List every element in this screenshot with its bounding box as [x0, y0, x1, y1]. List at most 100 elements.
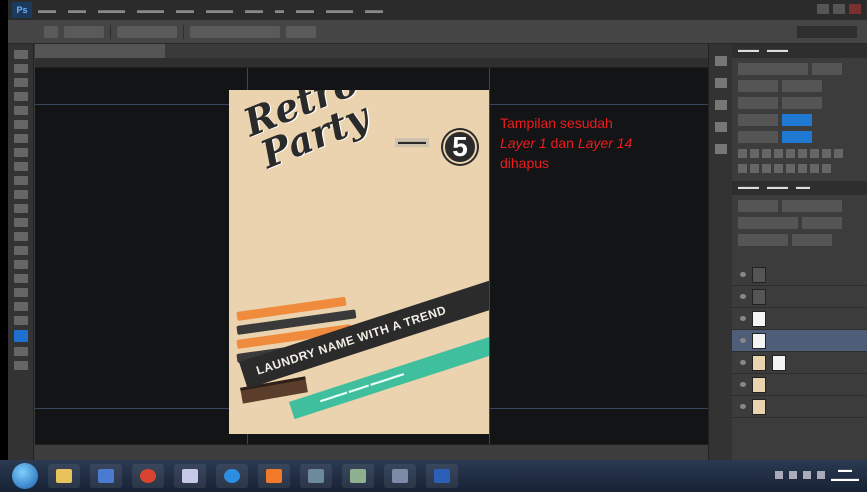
layers-panel-tabs[interactable]: ▬▬▬ ▬▬▬ ▬▬: [732, 181, 867, 195]
blend-mode-row[interactable]: [738, 217, 861, 229]
scale-row[interactable]: [738, 114, 861, 126]
properties-panel-icon[interactable]: [714, 78, 727, 88]
photoshop-logo: Ps: [12, 2, 32, 18]
menu-edit[interactable]: ▬▬: [68, 5, 86, 15]
menu-filter[interactable]: ▬▬: [245, 5, 263, 15]
layer-filter-row[interactable]: [738, 200, 861, 212]
menu-select[interactable]: ▬▬▬: [206, 5, 233, 15]
taskbar-explorer-icon[interactable]: [48, 464, 80, 488]
annotation-layer-b: Layer 14: [577, 135, 633, 151]
taskbar-chrome-icon[interactable]: [132, 464, 164, 488]
hand-tool-icon[interactable]: [13, 302, 28, 311]
eraser-tool-icon[interactable]: [13, 190, 28, 199]
taskbar-media-icon[interactable]: [90, 464, 122, 488]
layer-row[interactable]: [732, 308, 867, 330]
clock[interactable]: ▬▬ ▬▬▬▬: [831, 466, 859, 484]
layer-row[interactable]: [732, 264, 867, 286]
visibility-eye-icon[interactable]: [740, 360, 746, 365]
taskbar-taskview-icon[interactable]: [384, 464, 416, 488]
dodge-tool-icon[interactable]: [13, 232, 28, 241]
taskbar-gmail-icon[interactable]: [174, 464, 206, 488]
eyedropper-tool-icon[interactable]: [13, 120, 28, 129]
menu-view[interactable]: ▬▬: [296, 5, 314, 15]
menu-layer[interactable]: ▬▬▬: [137, 5, 164, 15]
history-panel-icon[interactable]: [714, 56, 727, 66]
baseline-row[interactable]: [738, 131, 861, 143]
foreground-color-icon[interactable]: [13, 330, 28, 342]
option-dropdown[interactable]: [64, 25, 104, 38]
quick-select-tool-icon[interactable]: [13, 92, 28, 101]
taskbar-notes-icon[interactable]: [342, 464, 374, 488]
poster-title: Retro Party: [237, 90, 376, 177]
move-tool-icon[interactable]: [13, 50, 28, 59]
option-control[interactable]: [286, 25, 316, 38]
maximize-icon[interactable]: [833, 4, 845, 14]
start-button[interactable]: [12, 463, 38, 489]
option-control[interactable]: [117, 25, 177, 38]
tracking-row[interactable]: [738, 97, 861, 109]
shape-tool-icon[interactable]: [13, 288, 28, 297]
zoom-tool-icon[interactable]: [13, 316, 28, 325]
marquee-tool-icon[interactable]: [13, 64, 28, 73]
menu-file[interactable]: ▬▬: [38, 5, 56, 15]
visibility-eye-icon[interactable]: [740, 294, 746, 299]
character-panel-tabs[interactable]: ▬▬▬ ▬▬▬: [732, 44, 867, 58]
stamp-tool-icon[interactable]: [13, 162, 28, 171]
taskbar-firefox-icon[interactable]: [258, 464, 290, 488]
visibility-eye-icon[interactable]: [740, 382, 746, 387]
type-style-buttons[interactable]: [738, 149, 861, 158]
poster-artwork[interactable]: Retro Party ▬▬▬▬ 5 LAUNDRY NAME WITH A T…: [229, 90, 489, 434]
network-icon[interactable]: [789, 471, 797, 479]
status-bar: [35, 444, 708, 460]
workspace-switcher[interactable]: [797, 26, 857, 38]
menu-help[interactable]: ▬▬: [365, 5, 383, 15]
visibility-eye-icon[interactable]: [740, 338, 746, 343]
blur-tool-icon[interactable]: [13, 218, 28, 227]
layer-row[interactable]: [732, 286, 867, 308]
taskbar-word-icon[interactable]: [426, 464, 458, 488]
annotation-line2: Layer 1 dan Layer 14: [500, 133, 700, 153]
visibility-eye-icon[interactable]: [740, 316, 746, 321]
menu-type[interactable]: ▬▬: [176, 5, 194, 15]
menu-image[interactable]: ▬▬▬: [98, 5, 125, 15]
pen-tool-icon[interactable]: [13, 246, 28, 255]
healing-tool-icon[interactable]: [13, 134, 28, 143]
history-brush-tool-icon[interactable]: [13, 176, 28, 185]
minimize-icon[interactable]: [817, 4, 829, 14]
font-family-row[interactable]: [738, 63, 861, 75]
type-feature-buttons[interactable]: [738, 164, 861, 173]
lock-fill-row[interactable]: [738, 234, 861, 246]
layer-thumbnail: [752, 354, 766, 371]
crop-tool-icon[interactable]: [13, 106, 28, 115]
battery-icon[interactable]: [817, 471, 825, 479]
layer-row[interactable]: [732, 396, 867, 418]
paragraph-panel-icon[interactable]: [714, 144, 727, 154]
layer-row[interactable]: [732, 374, 867, 396]
option-control[interactable]: [190, 25, 280, 38]
menu-3d[interactable]: ▬: [275, 5, 284, 15]
visibility-eye-icon[interactable]: [740, 272, 746, 277]
path-select-tool-icon[interactable]: [13, 274, 28, 283]
type-tool-icon[interactable]: [13, 260, 28, 269]
layer-row-selected[interactable]: [732, 330, 867, 352]
character-panel-icon[interactable]: [714, 122, 727, 132]
taskbar-ie-icon[interactable]: [216, 464, 248, 488]
tool-preset-icon[interactable]: [44, 25, 58, 38]
lasso-tool-icon[interactable]: [13, 78, 28, 87]
right-panels: ▬▬▬ ▬▬▬ ▬▬▬ ▬▬▬ ▬▬: [732, 44, 867, 460]
gradient-tool-icon[interactable]: [13, 204, 28, 213]
volume-icon[interactable]: [803, 471, 811, 479]
close-icon[interactable]: [849, 4, 861, 14]
info-panel-icon[interactable]: [714, 100, 727, 110]
screen-mode-icon[interactable]: [13, 361, 28, 370]
visibility-eye-icon[interactable]: [740, 404, 746, 409]
quick-mask-icon[interactable]: [13, 347, 28, 356]
font-size-row[interactable]: [738, 80, 861, 92]
poster-banner: LAUNDRY NAME WITH A TREND: [239, 272, 489, 389]
tray-arrow-icon[interactable]: [775, 471, 783, 479]
taskbar-photos-icon[interactable]: [300, 464, 332, 488]
brush-tool-icon[interactable]: [13, 148, 28, 157]
layer-row[interactable]: [732, 352, 867, 374]
menu-window[interactable]: ▬▬▬: [326, 5, 353, 15]
document-tab[interactable]: [35, 44, 165, 58]
